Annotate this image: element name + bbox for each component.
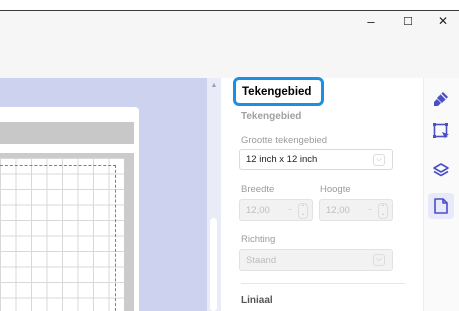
orientation-label: Richting [241,234,276,245]
page-icon[interactable] [428,193,454,219]
height-label: Hoogte [320,184,351,195]
title-bar [0,11,459,31]
size-select-value: 12 inch x 12 inch [246,154,318,165]
height-input[interactable]: 12,00 ⁼ ⌃ ⌄ [319,199,393,221]
layers-icon[interactable] [428,158,454,184]
size-select[interactable]: 12 inch x 12 inch ⌵ [239,149,393,170]
ruler-section-title: Liniaal [241,295,273,306]
mat-header-band [0,122,134,144]
height-value: 12,00 [326,204,350,216]
select-area-icon[interactable] [428,118,454,144]
minimize-button[interactable]: – [356,12,386,30]
stepper-arrows-icon: ⌃ ⌄ [378,203,388,219]
panel-title: Tekengebied [233,77,324,106]
chevron-down-icon: ⌵ [373,153,385,166]
close-icon: ✕ [437,14,449,28]
chevron-down-icon: ⌵ [373,254,385,266]
title-bar-top-border [0,10,459,11]
toolbar [0,31,459,78]
cut-area-boundary [0,165,116,311]
scrollbar-thumb[interactable] [210,218,217,311]
section-divider [241,283,405,284]
size-label: Grootte tekengebied [241,135,328,146]
orientation-select-value: Staand [246,254,277,266]
width-label: Breedte [241,184,275,195]
height-stepper[interactable]: ⁼ ⌃ ⌄ [368,203,388,219]
clear-icon: ⁼ [368,208,372,215]
scroll-up-arrow-icon[interactable]: ▲ [207,80,221,90]
width-input[interactable]: 12,00 ⁼ ⌃ ⌄ [239,199,313,221]
brush-icon[interactable] [428,86,454,112]
width-stepper[interactable]: ⁼ ⌃ ⌄ [288,203,308,219]
maximize-icon: ☐ [403,15,413,28]
clear-icon: ⁼ [288,208,292,215]
width-value: 12,00 [246,204,270,216]
minimize-icon: – [367,13,375,29]
stepper-arrows-icon: ⌃ ⌄ [298,203,308,219]
section-title: Tekengebied [241,111,302,122]
close-button[interactable]: ✕ [428,12,458,30]
maximize-button[interactable]: ☐ [393,12,423,30]
orientation-select[interactable]: Staand ⌵ [239,249,393,271]
